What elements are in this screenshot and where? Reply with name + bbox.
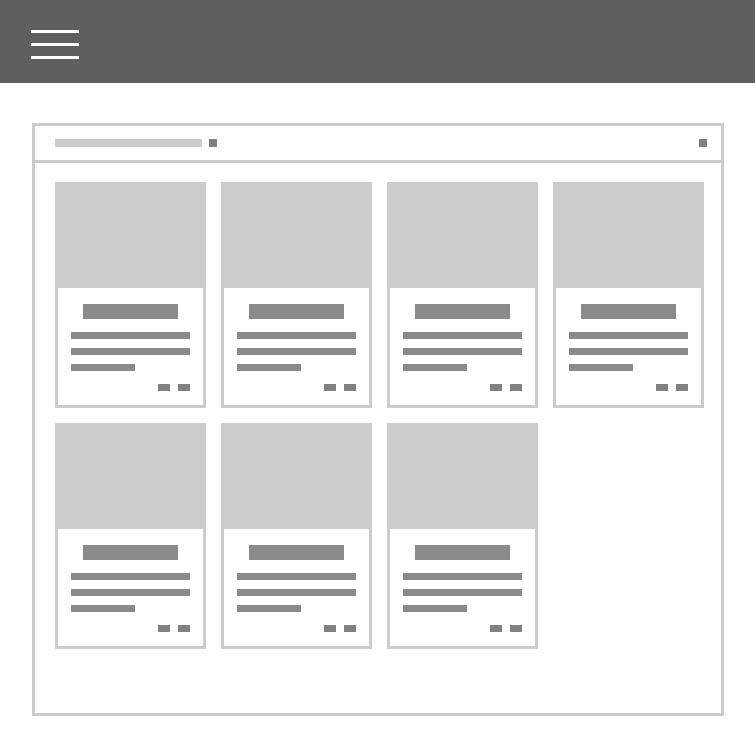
menu-bar-line (31, 30, 79, 33)
top-app-bar (0, 0, 755, 83)
card-text-line (569, 364, 633, 371)
card-action-button[interactable] (324, 625, 336, 632)
card-text-line (237, 573, 356, 580)
card[interactable] (55, 182, 206, 408)
card-text-line (569, 332, 688, 339)
card-action-button[interactable] (178, 384, 190, 391)
card-text-line (403, 589, 522, 596)
card-text-line (237, 348, 356, 355)
card-text-line (237, 364, 301, 371)
card[interactable] (221, 182, 372, 408)
card-action-button[interactable] (344, 625, 356, 632)
hamburger-menu-icon[interactable] (31, 30, 79, 60)
panel-options-icon[interactable] (699, 139, 707, 147)
card-image-placeholder (224, 426, 369, 529)
card-title-placeholder (83, 304, 178, 319)
card[interactable] (55, 423, 206, 649)
card-text-line (71, 573, 190, 580)
card-image-placeholder (224, 185, 369, 288)
card-text-line (403, 364, 467, 371)
card-text-line (237, 332, 356, 339)
card-action-button[interactable] (178, 625, 190, 632)
card-text-line (71, 605, 135, 612)
card-text-line (403, 332, 522, 339)
card-text-line (569, 348, 688, 355)
card-image-placeholder (58, 185, 203, 288)
card-action-button[interactable] (158, 625, 170, 632)
card-text-line (403, 348, 522, 355)
card-text-line (71, 348, 190, 355)
card-image-placeholder (556, 185, 701, 288)
panel-title-action-icon[interactable] (209, 139, 217, 147)
card-action-button[interactable] (490, 625, 502, 632)
card-title-placeholder (415, 545, 510, 560)
card-title-placeholder (249, 304, 344, 319)
card-title-placeholder (83, 545, 178, 560)
card-title-placeholder (415, 304, 510, 319)
card[interactable] (221, 423, 372, 649)
panel-header (35, 126, 721, 163)
card[interactable] (387, 182, 538, 408)
card-action-button[interactable] (324, 384, 336, 391)
card-text-line (71, 332, 190, 339)
card-action-button[interactable] (344, 384, 356, 391)
card-text-line (237, 589, 356, 596)
card-text-line (71, 589, 190, 596)
content-panel (32, 123, 724, 716)
card-text-line (403, 573, 522, 580)
card[interactable] (387, 423, 538, 649)
card-action-button[interactable] (510, 384, 522, 391)
card-title-placeholder (581, 304, 676, 319)
card-action-button[interactable] (676, 384, 688, 391)
card-text-line (71, 364, 135, 371)
card-text-line (403, 605, 467, 612)
card-title-placeholder (249, 545, 344, 560)
card-image-placeholder (390, 185, 535, 288)
card-action-button[interactable] (656, 384, 668, 391)
card-image-placeholder (58, 426, 203, 529)
card[interactable] (553, 182, 704, 408)
card-text-line (237, 605, 301, 612)
card-image-placeholder (390, 426, 535, 529)
card-action-button[interactable] (158, 384, 170, 391)
card-action-button[interactable] (490, 384, 502, 391)
card-action-button[interactable] (510, 625, 522, 632)
menu-bar-line (31, 43, 79, 46)
menu-bar-line (31, 56, 79, 59)
panel-title-placeholder (55, 139, 202, 147)
